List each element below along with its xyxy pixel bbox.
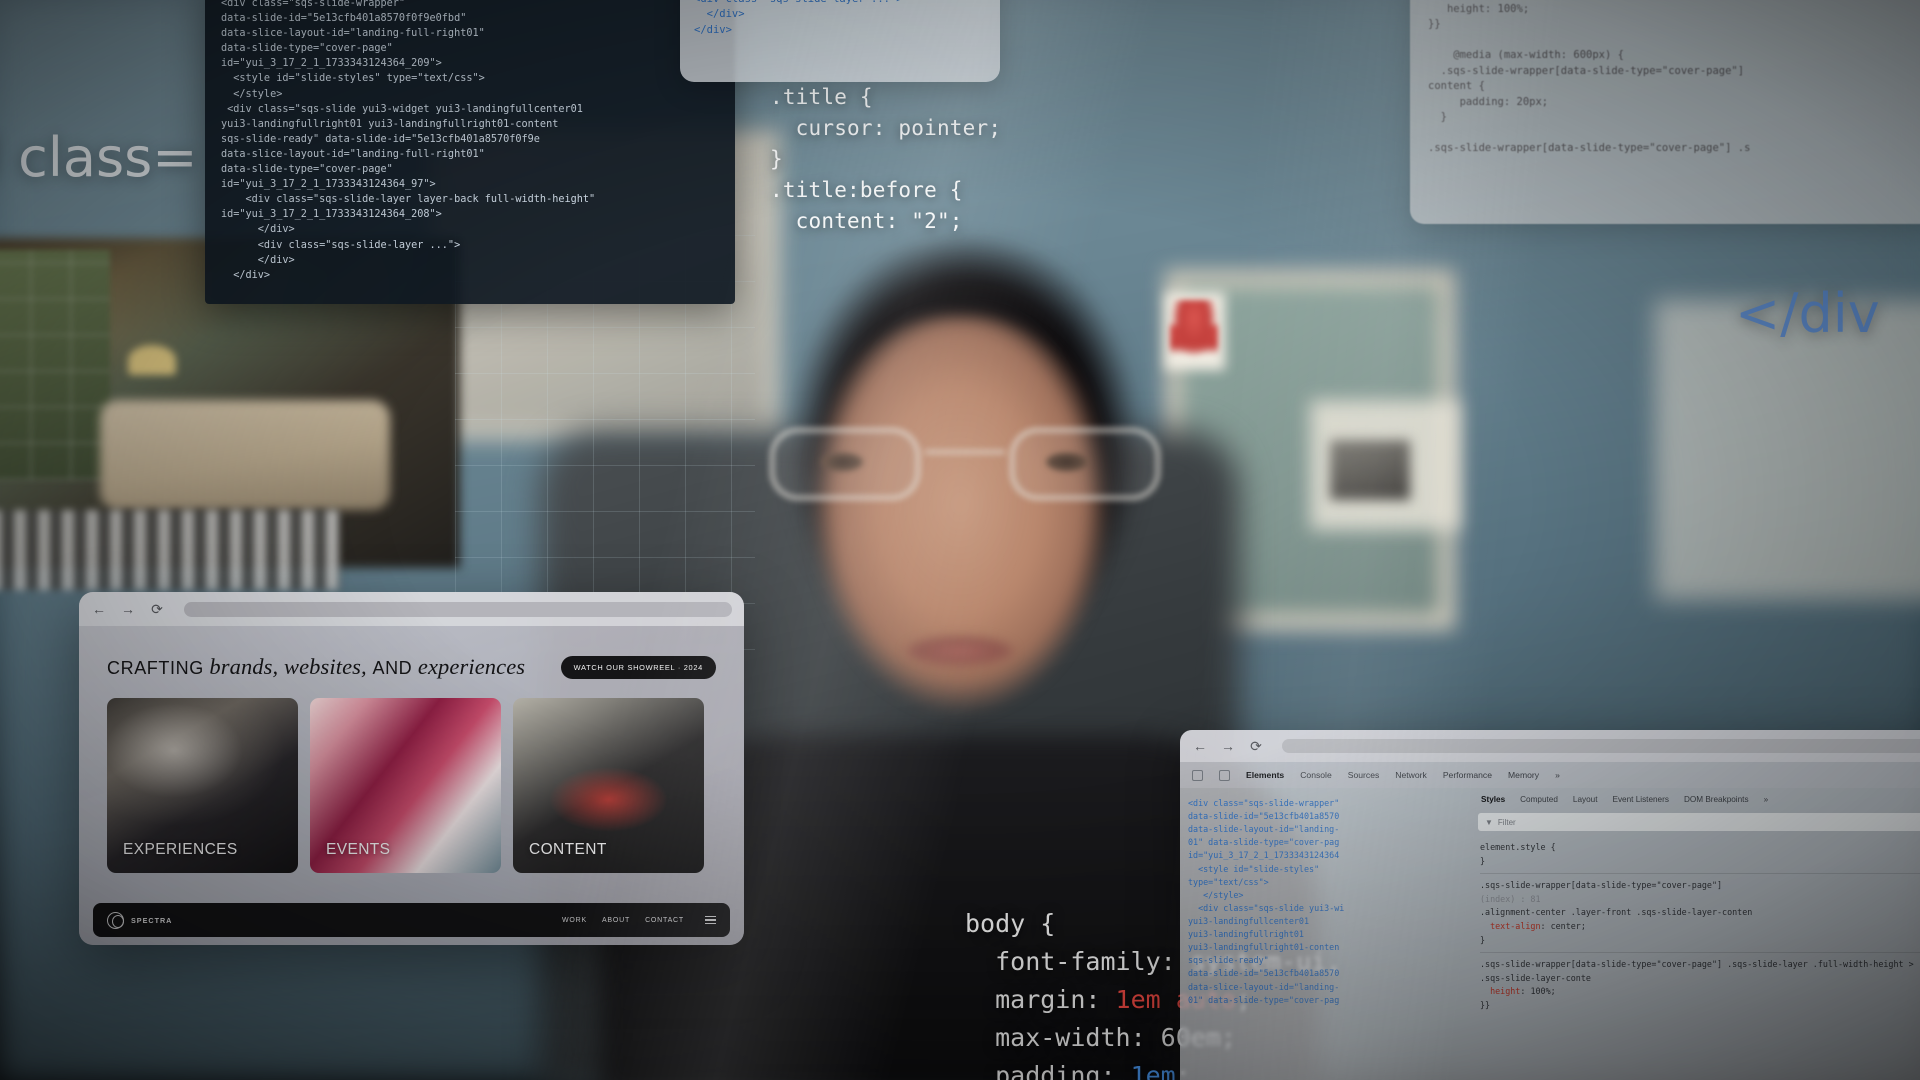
hero-row: CRAFTING brands, websites, AND experienc…	[79, 626, 744, 680]
project-card[interactable]: EVENTS	[310, 698, 501, 873]
css-rule-close: }	[1480, 855, 1486, 866]
tab-network[interactable]: Network	[1395, 770, 1427, 780]
css-value: 1em	[1130, 1061, 1176, 1080]
eyeglass-lens-left	[770, 428, 920, 500]
screenshot-stage: l class= </div <div class="sqs-slide-wra…	[0, 0, 1920, 1080]
tabs-overflow-icon[interactable]: »	[1555, 770, 1560, 780]
css-selector-continued: .alignment-center .layer-front .sqs-slid…	[1480, 907, 1753, 918]
reload-icon[interactable]: ⟳	[1248, 738, 1264, 754]
project-card-label: CONTENT	[529, 841, 607, 858]
css-rules-list[interactable]: element.style {} .sqs-slide-wrapper[data-…	[1470, 834, 1920, 1020]
back-arrow-icon[interactable]: ←	[1192, 738, 1208, 754]
eyeglasses	[760, 420, 1170, 510]
interior-room-window	[0, 250, 110, 480]
styles-tabs-overflow-icon[interactable]: »	[1764, 795, 1769, 804]
css-rule-close: }	[1480, 934, 1486, 945]
reload-icon[interactable]: ⟳	[149, 601, 165, 617]
brand-logo[interactable]: SPECTRA	[107, 911, 173, 929]
css-selector: .sqs-slide-wrapper[data-slide-type="cove…	[1480, 880, 1723, 891]
tab-layout[interactable]: Layout	[1573, 795, 1598, 804]
spectra-mark-icon	[107, 911, 124, 929]
css-property: height	[1480, 986, 1521, 997]
tab-computed[interactable]: Computed	[1520, 795, 1558, 804]
hero-heading-part: AND	[372, 658, 418, 678]
project-card-grid: EXPERIENCES EVENTS CONTENT	[79, 680, 744, 873]
footer-nav: WORK ABOUT CONTACT	[562, 915, 716, 925]
tab-console[interactable]: Console	[1300, 770, 1332, 780]
footer-nav-about[interactable]: ABOUT	[602, 917, 630, 924]
pinned-note-stamp-icon	[1170, 300, 1218, 358]
filter-funnel-icon: ▼	[1485, 817, 1493, 827]
interior-room-lamp	[128, 345, 176, 375]
project-card[interactable]: EXPERIENCES	[107, 698, 298, 873]
styles-panel: Styles Computed Layout Event Listeners D…	[1470, 788, 1920, 1080]
wall-small-print-image	[1330, 440, 1410, 500]
hero-heading: CRAFTING brands, websites, AND experienc…	[107, 654, 525, 680]
css-selector: element.style {	[1480, 842, 1556, 852]
hero-heading-part: experiences	[417, 654, 526, 679]
interior-room-checkered-floor	[0, 510, 340, 590]
styles-panel-tabs: Styles Computed Layout Event Listeners D…	[1470, 788, 1920, 810]
project-card[interactable]: CONTENT	[513, 698, 704, 873]
styles-filter-input[interactable]: ▼ Filter	[1478, 813, 1920, 831]
code-panel-html-main: <div class="sqs-slide-wrapper" data-slid…	[205, 0, 735, 304]
footer-nav-contact[interactable]: CONTACT	[645, 917, 684, 924]
eyeglass-bridge	[925, 450, 1005, 454]
hamburger-icon[interactable]	[705, 915, 716, 925]
tab-styles[interactable]: Styles	[1481, 795, 1505, 804]
forward-arrow-icon[interactable]: →	[1220, 738, 1236, 754]
css-rule[interactable]: element.style {}	[1480, 841, 1920, 868]
tab-dom-breakpoints[interactable]: DOM Breakpoints	[1684, 795, 1749, 804]
person-lips	[905, 636, 1015, 666]
tab-event-listeners[interactable]: Event Listeners	[1613, 795, 1669, 804]
interior-room-sofa	[100, 400, 390, 510]
devtools-chrome-bar: ← → ⟳	[1180, 730, 1920, 762]
css-rule-close: }}	[1480, 1000, 1491, 1011]
device-toolbar-icon[interactable]	[1219, 769, 1230, 781]
browser-chrome-bar: ← → ⟳	[79, 592, 744, 626]
tab-performance[interactable]: Performance	[1443, 770, 1492, 780]
project-card-label: EVENTS	[326, 841, 391, 858]
back-arrow-icon[interactable]: ←	[91, 601, 107, 617]
css-declaration[interactable]: text-align: center;	[1480, 920, 1920, 934]
styles-filter-placeholder: Filter	[1497, 817, 1516, 827]
wall-framed-picture-far-right	[1655, 300, 1920, 600]
tab-elements[interactable]: Elements	[1246, 770, 1284, 780]
css-property: text-align	[1480, 921, 1541, 932]
code-panel-css-title-rule: .title { cursor: pointer; } .title:befor…	[770, 85, 1002, 234]
css-rule-source[interactable]: (index) : 81	[1480, 894, 1541, 904]
css-declaration[interactable]: height: 100%;	[1480, 985, 1920, 999]
address-bar-input[interactable]	[184, 601, 732, 617]
person-face	[800, 315, 1120, 745]
inspect-element-icon[interactable]	[1192, 769, 1203, 781]
code-panel-html-snippet: </div> <div class="sqs-slide-layer ...">…	[680, 0, 1000, 82]
forward-arrow-icon[interactable]: →	[120, 601, 136, 617]
hero-heading-part: brands, websites,	[209, 654, 373, 679]
dom-tree-panel[interactable]: <div class="sqs-slide-wrapper" data-slid…	[1180, 788, 1470, 1080]
mock-site-page: CRAFTING brands, websites, AND experienc…	[79, 626, 744, 945]
footer-nav-work[interactable]: WORK	[562, 917, 587, 924]
devtools-panel-tabs: Elements Console Sources Network Perform…	[1180, 762, 1920, 788]
css-rule[interactable]: .sqs-slide-wrapper[data-slide-type="cove…	[1480, 879, 1920, 947]
devtools-body: <div class="sqs-slide-wrapper" data-slid…	[1180, 788, 1920, 1080]
hero-heading-part: CRAFTING	[107, 658, 210, 678]
browser-mockup-window[interactable]: ← → ⟳ CRAFTING brands, websites, AND exp…	[79, 592, 744, 945]
site-footer-bar: SPECTRA WORK ABOUT CONTACT	[93, 903, 730, 937]
tab-sources[interactable]: Sources	[1348, 770, 1380, 780]
devtools-browser-window[interactable]: ← → ⟳ Elements Console Sources Network P…	[1180, 730, 1920, 1080]
address-bar-input[interactable]	[1282, 739, 1920, 753]
code-panel-css-top-right: slide-layer .full-width-height > .sqs-sl…	[1410, 0, 1920, 224]
project-card-label: EXPERIENCES	[123, 841, 238, 858]
css-rule[interactable]: .sqs-slide-wrapper[data-slide-type="cove…	[1480, 958, 1920, 1012]
css-selector: .sqs-slide-wrapper[data-slide-type="cove…	[1480, 959, 1919, 983]
brand-name: SPECTRA	[131, 915, 173, 925]
eyeglass-lens-right	[1010, 428, 1160, 500]
tab-memory[interactable]: Memory	[1508, 770, 1539, 780]
watch-showreel-button[interactable]: WATCH OUR SHOWREEL · 2024	[560, 655, 716, 679]
